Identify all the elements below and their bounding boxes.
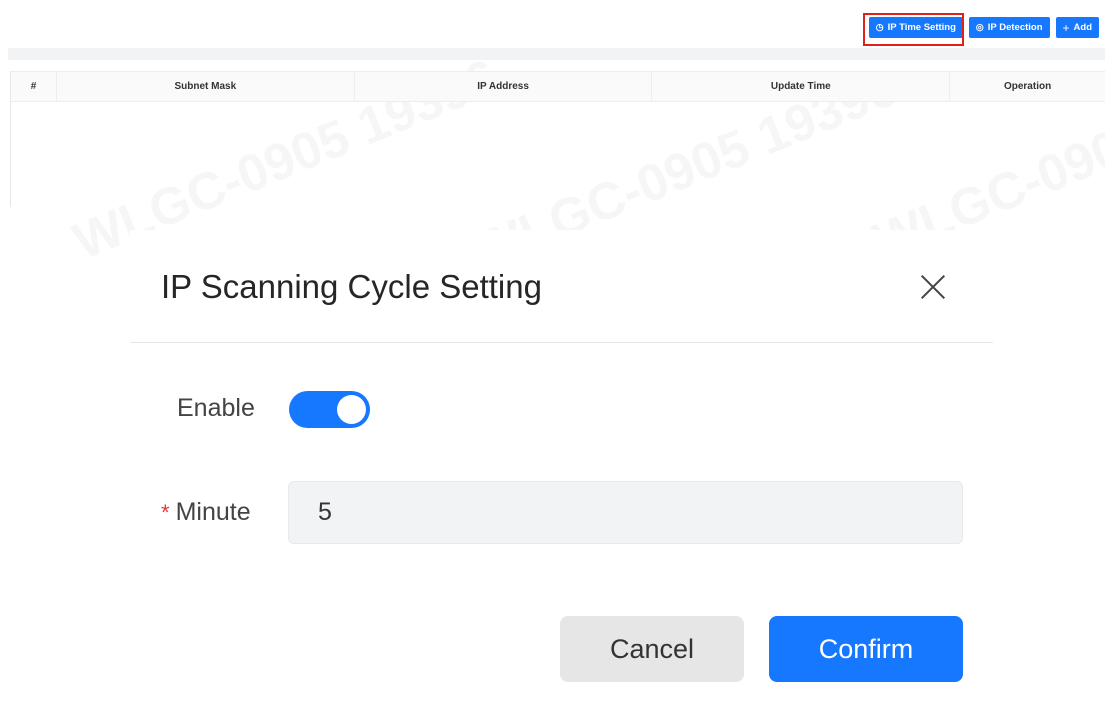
enable-toggle[interactable]	[289, 391, 370, 428]
column-header-index: #	[11, 72, 57, 101]
toolbar: ◷ IP Time Setting ◎ IP Detection + Add	[868, 17, 1099, 38]
close-icon[interactable]	[916, 270, 950, 304]
ip-detection-button[interactable]: ◎ IP Detection	[968, 17, 1050, 38]
ip-time-setting-button[interactable]: ◷ IP Time Setting	[868, 17, 963, 38]
confirm-button[interactable]: Confirm	[769, 616, 963, 682]
cancel-button[interactable]: Cancel	[560, 616, 744, 682]
ip-table: # Subnet Mask IP Address Update Time Ope…	[10, 71, 1105, 207]
minute-label-text: Minute	[175, 498, 251, 526]
required-mark: *	[161, 500, 170, 525]
column-header-update-time: Update Time	[652, 72, 951, 101]
minute-label: * Minute	[161, 498, 251, 527]
eye-icon: ◎	[975, 22, 984, 32]
ip-detection-label: IP Detection	[987, 22, 1043, 33]
page: WLGC-0905 19396 WLGC-0905 19396 WLGC-090…	[0, 0, 1105, 711]
grey-strip	[8, 48, 1105, 60]
modal-divider	[130, 342, 993, 343]
add-button[interactable]: + Add	[1055, 17, 1099, 38]
column-header-operation: Operation	[1003, 81, 1052, 92]
clock-icon: ◷	[875, 22, 884, 32]
ip-scanning-cycle-modal: IP Scanning Cycle Setting Enable * Minute…	[130, 230, 993, 700]
enable-label: Enable	[177, 394, 255, 422]
table-header: # Subnet Mask IP Address Update Time Ope…	[11, 71, 1105, 102]
plus-icon: +	[1062, 20, 1070, 35]
ip-time-setting-label: IP Time Setting	[887, 22, 956, 33]
add-label: Add	[1073, 22, 1092, 33]
modal-title: IP Scanning Cycle Setting	[161, 268, 542, 305]
minute-input[interactable]	[288, 481, 963, 544]
column-header-subnet-mask: Subnet Mask	[57, 72, 355, 101]
column-header-ip-address: IP Address	[355, 72, 653, 101]
toggle-knob	[337, 395, 366, 424]
